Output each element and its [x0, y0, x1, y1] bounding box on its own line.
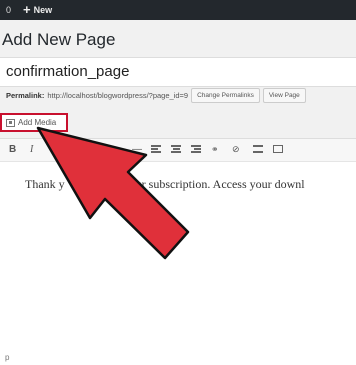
- media-icon: [6, 118, 15, 127]
- new-content-button[interactable]: + New: [23, 2, 53, 17]
- permalink-row: Permalink: http://localhost/blogwordpres…: [6, 88, 306, 103]
- new-label: New: [33, 5, 53, 15]
- align-right-icon[interactable]: [191, 145, 201, 153]
- read-more-icon[interactable]: [253, 145, 263, 153]
- add-media-button[interactable]: Add Media: [6, 118, 56, 127]
- page-title: Add New Page: [2, 30, 116, 49]
- change-permalinks-button[interactable]: Change Permalinks: [191, 88, 260, 103]
- permalink-url[interactable]: http://localhost/blogwordpress/?page_id=…: [47, 91, 188, 100]
- content-editor[interactable]: B I — ⚭ ⊘ Thank y g your subscription. Ac…: [0, 138, 356, 365]
- view-page-button[interactable]: View Page: [262, 88, 306, 103]
- add-media-label: Add Media: [18, 118, 57, 127]
- admin-bar: 0 + New: [0, 0, 356, 20]
- align-left-icon[interactable]: [151, 145, 161, 153]
- insert-link-icon[interactable]: ⚭: [211, 144, 219, 155]
- comments-count[interactable]: 0: [6, 5, 11, 15]
- content-right: g your subscription. Access your downl: [114, 177, 305, 191]
- editor-toolbar: B I — ⚭ ⊘: [0, 139, 356, 162]
- toolbar-toggle-icon[interactable]: [273, 145, 283, 153]
- editor-content[interactable]: Thank y g your subscription. Access your …: [25, 177, 305, 192]
- content-left: Thank y: [25, 177, 65, 191]
- plus-icon: +: [23, 2, 31, 17]
- path-indicator: p: [5, 353, 10, 362]
- post-title-value: confirmation_page: [6, 63, 130, 80]
- post-title-input[interactable]: confirmation_page: [0, 57, 356, 87]
- align-center-icon[interactable]: [171, 145, 181, 153]
- remove-link-icon[interactable]: ⊘: [232, 144, 240, 155]
- bold-button[interactable]: B: [9, 144, 16, 155]
- horizontal-line-icon[interactable]: —: [132, 144, 142, 155]
- permalink-label: Permalink:: [6, 91, 45, 100]
- add-media-highlight: Add Media: [0, 113, 68, 132]
- italic-button[interactable]: I: [30, 144, 33, 155]
